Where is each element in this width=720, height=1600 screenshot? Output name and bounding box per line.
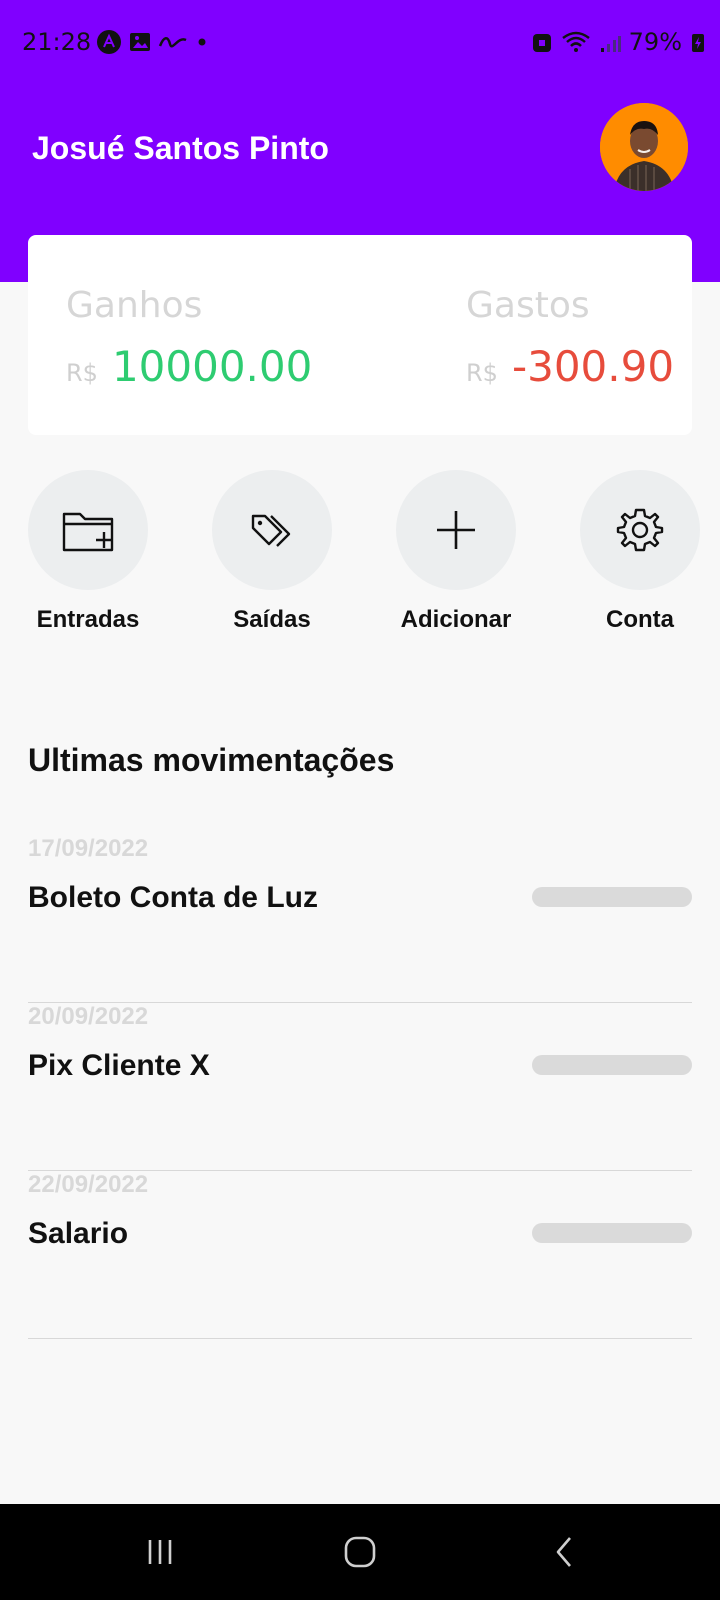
transactions-list: 17/09/2022 Boleto Conta de Luz 20/09/202… <box>28 835 692 1339</box>
app-logo-notification-icon <box>158 37 187 48</box>
action-adicionar-label: Adicionar <box>400 606 512 633</box>
avatar-photo <box>600 103 688 191</box>
action-entradas-button[interactable] <box>28 470 148 590</box>
action-conta[interactable]: Conta <box>560 470 720 634</box>
expenses-summary: Gastos R$ -300.90 <box>466 285 674 391</box>
earnings-amount: 10000.00 <box>111 342 313 391</box>
earnings-label: Ganhos <box>66 285 203 326</box>
system-navigation-bar <box>0 1504 720 1600</box>
action-entradas[interactable]: Entradas <box>8 470 168 634</box>
expenses-label: Gastos <box>466 285 590 326</box>
action-adicionar[interactable]: Adicionar <box>376 470 536 634</box>
action-conta-button[interactable] <box>580 470 700 590</box>
transaction-amount-placeholder <box>532 887 692 907</box>
wifi-icon <box>561 31 590 52</box>
transaction-item[interactable]: 17/09/2022 Boleto Conta de Luz <box>28 835 692 1003</box>
user-name: Josué Santos Pinto <box>32 130 329 166</box>
transaction-date: 20/09/2022 <box>28 1003 149 1030</box>
home-icon <box>344 1536 376 1568</box>
lock-notification-icon <box>532 34 551 52</box>
back-button[interactable] <box>540 1528 588 1576</box>
action-adicionar-button[interactable] <box>396 470 516 590</box>
action-saidas-label: Saídas <box>233 606 311 633</box>
transaction-date: 17/09/2022 <box>28 835 149 862</box>
transaction-item[interactable]: 22/09/2022 Salario <box>28 1171 692 1339</box>
signal-icon <box>600 36 621 52</box>
battery-percentage: 79% <box>628 28 682 56</box>
action-saidas-button[interactable] <box>212 470 332 590</box>
expenses-currency: R$ <box>466 359 498 387</box>
image-notification-icon <box>130 33 150 51</box>
balance-summary-card: Ganhos R$ 10000.00 Gastos R$ -300.90 <box>28 235 692 435</box>
recent-transactions-title: Ultimas movimentações <box>28 742 395 778</box>
transaction-amount-placeholder <box>532 1055 692 1075</box>
earnings-summary: Ganhos R$ 10000.00 <box>66 285 312 391</box>
back-icon <box>556 1537 571 1567</box>
recent-apps-icon <box>148 1540 172 1564</box>
recent-apps-button[interactable] <box>136 1528 184 1576</box>
transaction-date: 22/09/2022 <box>28 1171 149 1198</box>
tags-icon <box>251 514 291 547</box>
transaction-item[interactable]: 20/09/2022 Pix Cliente X <box>28 1003 692 1171</box>
status-bar: 21:28 79% <box>0 22 720 62</box>
home-button[interactable] <box>336 1528 384 1576</box>
gear-icon <box>616 508 664 552</box>
action-conta-label: Conta <box>606 606 674 633</box>
avatar[interactable] <box>600 103 688 191</box>
dot-icon <box>198 38 206 46</box>
status-time: 21:28 <box>22 28 92 56</box>
notification-icons <box>96 28 210 56</box>
battery-charging-icon <box>692 34 704 52</box>
expenses-amount: -300.90 <box>511 342 675 391</box>
folder-plus-icon <box>62 512 114 552</box>
earnings-currency: R$ <box>66 359 98 387</box>
plus-icon <box>437 511 475 549</box>
transaction-title: Salario <box>28 1217 129 1250</box>
action-saidas[interactable]: Saídas <box>192 470 352 634</box>
app-notification-icon <box>97 30 121 54</box>
transaction-title: Pix Cliente X <box>28 1049 210 1082</box>
action-entradas-label: Entradas <box>36 606 140 633</box>
transaction-amount-placeholder <box>532 1223 692 1243</box>
transaction-title: Boleto Conta de Luz <box>28 881 318 914</box>
system-icons: 79% <box>531 28 706 56</box>
quick-actions: Entradas Saídas Adicionar Conta <box>0 470 720 640</box>
